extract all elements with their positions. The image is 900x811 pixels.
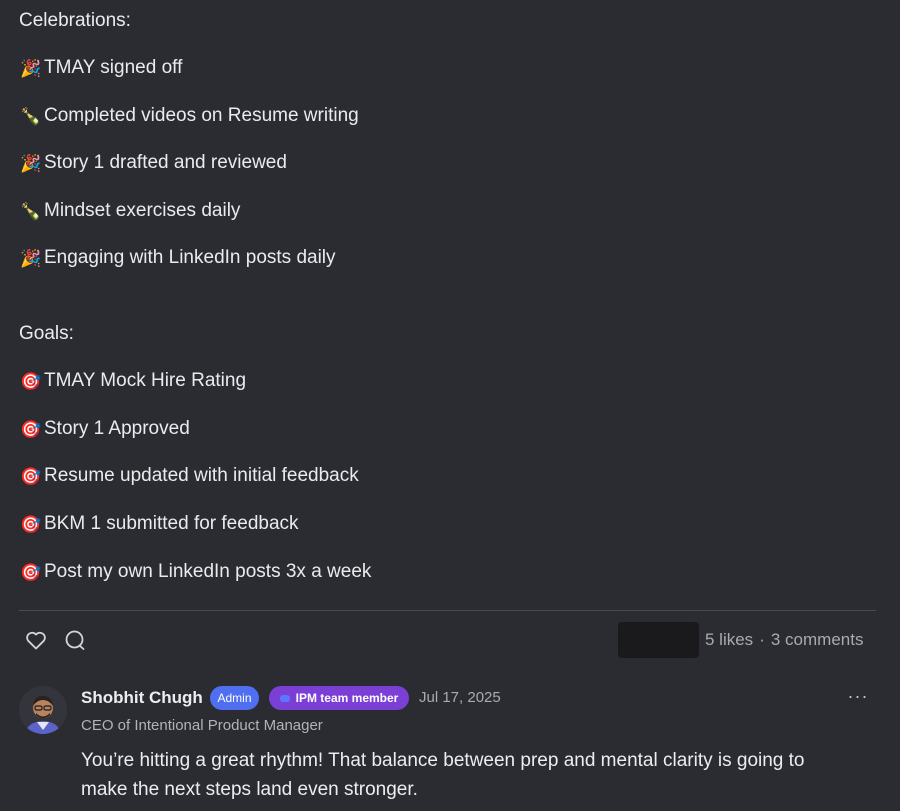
goal-text: Post my own LinkedIn posts 3x a week <box>44 561 372 582</box>
goal-item: 🎯 Story 1 Approved <box>20 418 190 440</box>
comment-bubble-icon <box>65 630 85 650</box>
target-icon: 🎯 <box>20 514 42 534</box>
party-popper-icon: 🎉 <box>20 58 42 78</box>
team-icon <box>279 694 290 702</box>
goals-heading: Goals: <box>19 323 74 344</box>
champagne-icon: 🍾 <box>20 106 42 126</box>
goal-item: 🎯 BKM 1 submitted for feedback <box>20 513 299 535</box>
engagement-stats: 5 likes · 3 comments <box>705 630 863 650</box>
champagne-icon: 🍾 <box>20 201 42 221</box>
heart-icon <box>26 631 46 650</box>
target-icon: 🎯 <box>20 419 42 439</box>
comment-author-name[interactable]: Shobhit Chugh <box>81 688 203 708</box>
likes-count[interactable]: 5 likes <box>705 630 753 649</box>
avatar[interactable] <box>19 686 67 734</box>
celebration-text: TMAY signed off <box>44 57 183 78</box>
celebration-text: Completed videos on Resume writing <box>44 105 359 126</box>
comments-count[interactable]: 3 comments <box>771 630 864 649</box>
post-container: Celebrations: 🎉 TMAY signed off 🍾 Comple… <box>0 0 900 811</box>
comment-date: Jul 17, 2025 <box>419 689 501 706</box>
more-options-button[interactable]: ··· <box>845 686 871 710</box>
goal-text: Story 1 Approved <box>44 418 190 439</box>
goal-item: 🎯 TMAY Mock Hire Rating <box>20 370 246 392</box>
goal-text: TMAY Mock Hire Rating <box>44 370 247 391</box>
comment-body: You’re hitting a great rhythm! That bala… <box>81 750 805 800</box>
redacted-avatars <box>618 622 699 658</box>
celebration-text: Mindset exercises daily <box>44 200 241 221</box>
celebration-text: Story 1 drafted and reviewed <box>44 152 287 173</box>
target-icon: 🎯 <box>20 562 42 582</box>
admin-badge: Admin <box>210 686 259 710</box>
celebration-item: 🎉 TMAY signed off <box>20 57 182 79</box>
target-icon: 🎯 <box>20 371 42 391</box>
team-member-badge: IPM team member <box>269 686 409 710</box>
party-popper-icon: 🎉 <box>20 248 42 268</box>
party-popper-icon: 🎉 <box>20 153 42 173</box>
celebration-item: 🎉 Story 1 drafted and reviewed <box>20 152 287 174</box>
celebration-item: 🎉 Engaging with LinkedIn posts daily <box>20 247 336 269</box>
divider <box>19 610 876 611</box>
comment-author-title: CEO of Intentional Product Manager <box>81 717 323 734</box>
celebration-item: 🍾 Mindset exercises daily <box>20 200 240 222</box>
celebrations-heading: Celebrations: <box>19 10 131 31</box>
target-icon: 🎯 <box>20 466 42 486</box>
team-badge-label: IPM team member <box>295 691 399 705</box>
goal-text: BKM 1 submitted for feedback <box>44 513 299 534</box>
goal-item: 🎯 Post my own LinkedIn posts 3x a week <box>20 561 371 583</box>
celebration-item: 🍾 Completed videos on Resume writing <box>20 105 359 127</box>
goal-item: 🎯 Resume updated with initial feedback <box>20 465 359 487</box>
like-button[interactable] <box>24 628 48 652</box>
celebration-text: Engaging with LinkedIn posts daily <box>44 247 336 268</box>
avatar-image <box>19 686 67 734</box>
stats-separator: · <box>759 630 765 649</box>
goal-text: Resume updated with initial feedback <box>44 465 359 486</box>
comment-button[interactable] <box>63 628 87 652</box>
